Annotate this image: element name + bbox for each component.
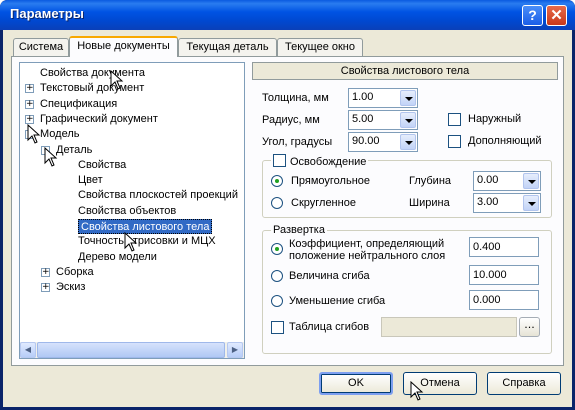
coef-radio[interactable] xyxy=(271,243,283,255)
relief-group-title: Освобождение xyxy=(271,154,369,169)
depth-value: 0.00 xyxy=(477,174,499,186)
mouse-cursor-icon xyxy=(44,147,58,167)
expand-icon[interactable]: + xyxy=(41,267,50,277)
tree-item[interactable]: Деталь xyxy=(56,143,92,158)
outer-label: Наружный xyxy=(468,113,522,125)
expand-icon[interactable]: + xyxy=(25,84,34,94)
tree-item[interactable]: Цвет xyxy=(78,173,103,188)
tree-item[interactable]: Сборка xyxy=(56,265,94,280)
panel-header: Свойства листового тела xyxy=(252,62,558,80)
mouse-cursor-icon xyxy=(410,381,424,401)
close-button[interactable]: ✕ xyxy=(546,5,567,26)
settings-tree[interactable]: Свойства документа + Текстовый документ + Сп… xyxy=(19,62,245,359)
tree-item[interactable]: Спецификация xyxy=(40,97,117,112)
thickness-select[interactable]: 1.00 xyxy=(348,88,418,108)
relief-rect-radio[interactable] xyxy=(271,175,283,187)
tab-page: Свойства документа + Текстовый документ + Сп… xyxy=(11,56,564,366)
relief-label: Освобождение xyxy=(290,156,367,168)
bend-label: Величина сгиба xyxy=(289,270,370,282)
mouse-cursor-icon xyxy=(110,70,124,90)
window-title: Параметры xyxy=(10,6,84,21)
thickness-label: Толщина, мм xyxy=(262,92,329,104)
chevron-down-icon[interactable] xyxy=(400,90,416,106)
dialog-client: Система Новые документы Текущая деталь Т… xyxy=(3,30,572,407)
tab-new-documents[interactable]: Новые документы xyxy=(69,36,178,57)
width-value: 3.00 xyxy=(477,196,499,208)
depth-select[interactable]: 0.00 xyxy=(473,171,541,191)
relief-group: Освобождение Прямоугольное Глубина 0.00 … xyxy=(262,154,552,218)
browse-button[interactable]: ... xyxy=(519,317,540,337)
relief-checkbox[interactable] xyxy=(273,154,286,167)
tree-item[interactable]: Графический документ xyxy=(40,112,158,127)
tree-item[interactable]: Эскиз xyxy=(56,280,85,295)
relief-round-label: Скругленное xyxy=(291,197,356,209)
tree-horizontal-scrollbar[interactable]: ◀ ▶ xyxy=(20,342,244,358)
bend-table-input[interactable] xyxy=(381,317,517,337)
thickness-value: 1.00 xyxy=(352,91,374,103)
help-title-button[interactable]: ? xyxy=(522,5,543,26)
dialog-window: Параметры ? ✕ Система Новые документы Те… xyxy=(0,0,575,410)
expand-icon[interactable]: + xyxy=(25,114,34,124)
unfold-group-title: Развертка xyxy=(271,224,327,237)
scroll-thumb[interactable] xyxy=(37,342,225,358)
chevron-down-icon[interactable] xyxy=(523,195,539,211)
expand-icon[interactable]: + xyxy=(41,283,50,293)
chevron-down-icon[interactable] xyxy=(400,112,416,128)
unfold-group: Развертка Коэффициент, определяющий поло… xyxy=(262,224,552,354)
relief-rect-label: Прямоугольное xyxy=(291,175,371,187)
radius-select[interactable]: 5.00 xyxy=(348,110,418,130)
additional-checkbox[interactable] xyxy=(448,135,461,148)
mouse-cursor-icon xyxy=(124,232,138,252)
reduce-label: Уменьшение сгиба xyxy=(289,295,386,307)
width-label: Ширина xyxy=(409,197,450,209)
chevron-down-icon[interactable] xyxy=(523,173,539,189)
bend-table-checkbox[interactable] xyxy=(271,321,284,334)
help-button[interactable]: Справка xyxy=(487,372,561,395)
title-bar[interactable]: Параметры ? ✕ xyxy=(0,0,575,30)
coef-input[interactable]: 0.400 xyxy=(469,237,539,257)
coef-label-line2: положение нейтрального слоя xyxy=(289,250,446,262)
angle-value: 90.00 xyxy=(352,135,380,147)
mouse-cursor-icon xyxy=(27,124,41,144)
width-select[interactable]: 3.00 xyxy=(473,193,541,213)
outer-checkbox[interactable] xyxy=(448,113,461,126)
angle-select[interactable]: 90.00 xyxy=(348,132,418,152)
tab-current-window[interactable]: Текущее окно xyxy=(277,38,363,56)
reduce-radio[interactable] xyxy=(271,295,283,307)
tree-item[interactable]: Модель xyxy=(40,127,79,142)
tree-item[interactable]: Свойства листового тела xyxy=(78,219,213,234)
ok-button[interactable]: OK xyxy=(319,372,393,395)
scroll-left-icon[interactable]: ◀ xyxy=(20,342,36,358)
tree-item[interactable]: Свойства документа xyxy=(40,66,145,81)
scroll-right-icon[interactable]: ▶ xyxy=(227,342,243,358)
tree-item[interactable]: Точность отрисовки и МЦХ xyxy=(78,234,216,249)
expand-icon[interactable]: + xyxy=(25,99,34,109)
radius-value: 5.00 xyxy=(352,113,374,125)
tree-item[interactable]: Дерево модели xyxy=(78,250,157,265)
depth-label: Глубина xyxy=(409,175,452,187)
chevron-down-icon[interactable] xyxy=(400,134,416,150)
tree-item[interactable]: Свойства плоскостей проекций xyxy=(78,188,238,203)
radius-label: Радиус, мм xyxy=(262,114,320,126)
relief-round-radio[interactable] xyxy=(271,197,283,209)
additional-label: Дополняющий xyxy=(468,135,542,147)
bend-radio[interactable] xyxy=(271,270,283,282)
tree-item[interactable]: Свойства xyxy=(78,158,126,173)
tree-item[interactable]: Свойства объектов xyxy=(78,204,176,219)
tree-item[interactable]: Текстовый документ xyxy=(40,81,144,96)
tab-system[interactable]: Система xyxy=(13,38,69,56)
bend-input[interactable]: 10.000 xyxy=(469,265,539,285)
angle-label: Угол, градусы xyxy=(262,136,333,148)
reduce-input[interactable]: 0.000 xyxy=(469,290,539,310)
settings-panel: Свойства листового тела Толщина, мм 1.00… xyxy=(252,62,558,360)
bend-table-label: Таблица сгибов xyxy=(289,321,370,333)
tab-current-part[interactable]: Текущая деталь xyxy=(178,38,277,56)
